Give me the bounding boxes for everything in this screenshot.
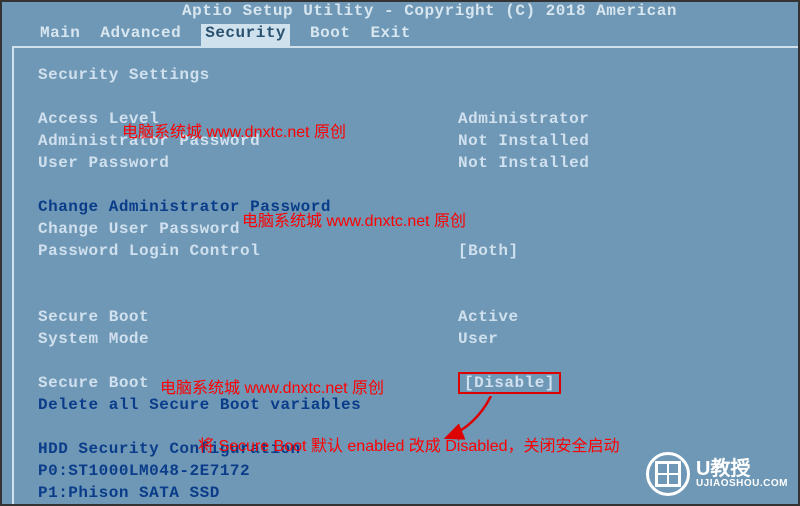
value-secure-boot-status: Active xyxy=(458,306,519,328)
menu-main[interactable]: Main xyxy=(40,24,80,46)
bios-title-bar: Aptio Setup Utility - Copyright (C) 2018… xyxy=(2,2,798,24)
value-secure-boot-setting[interactable]: [Disable] xyxy=(458,372,561,394)
hdd-item-1[interactable]: P1:Phison SATA SSD xyxy=(38,482,458,504)
menu-exit[interactable]: Exit xyxy=(370,24,410,46)
value-user-password: Not Installed xyxy=(458,152,589,174)
label-user-password: User Password xyxy=(38,152,458,174)
link-change-user-password[interactable]: Change User Password xyxy=(38,218,458,240)
highlight-disable-box: [Disable] xyxy=(458,372,561,394)
value-access-level: Administrator xyxy=(458,108,589,130)
menu-security[interactable]: Security xyxy=(201,24,290,46)
link-delete-sb-vars[interactable]: Delete all Secure Boot variables xyxy=(38,394,458,416)
label-password-login-control[interactable]: Password Login Control xyxy=(38,240,458,262)
bios-menu-bar: Main Advanced Security Boot Exit xyxy=(2,24,798,46)
label-admin-password: Administrator Password xyxy=(38,130,458,152)
value-system-mode: User xyxy=(458,328,498,350)
bios-content-panel: Security Settings Access Level Administr… xyxy=(12,46,798,504)
value-password-login-control[interactable]: [Both] xyxy=(458,240,519,262)
section-hdd-security: HDD Security Configuration xyxy=(38,438,458,460)
section-security-settings: Security Settings xyxy=(38,64,458,86)
menu-boot[interactable]: Boot xyxy=(310,24,350,46)
label-secure-boot-setting[interactable]: Secure Boot xyxy=(38,372,458,394)
label-access-level: Access Level xyxy=(38,108,458,130)
hdd-item-0[interactable]: P0:ST1000LM048-2E7172 xyxy=(38,460,458,482)
label-system-mode: System Mode xyxy=(38,328,458,350)
value-admin-password: Not Installed xyxy=(458,130,589,152)
menu-advanced[interactable]: Advanced xyxy=(100,24,181,46)
link-change-admin-password[interactable]: Change Administrator Password xyxy=(38,196,458,218)
label-secure-boot-status: Secure Boot xyxy=(38,306,458,328)
